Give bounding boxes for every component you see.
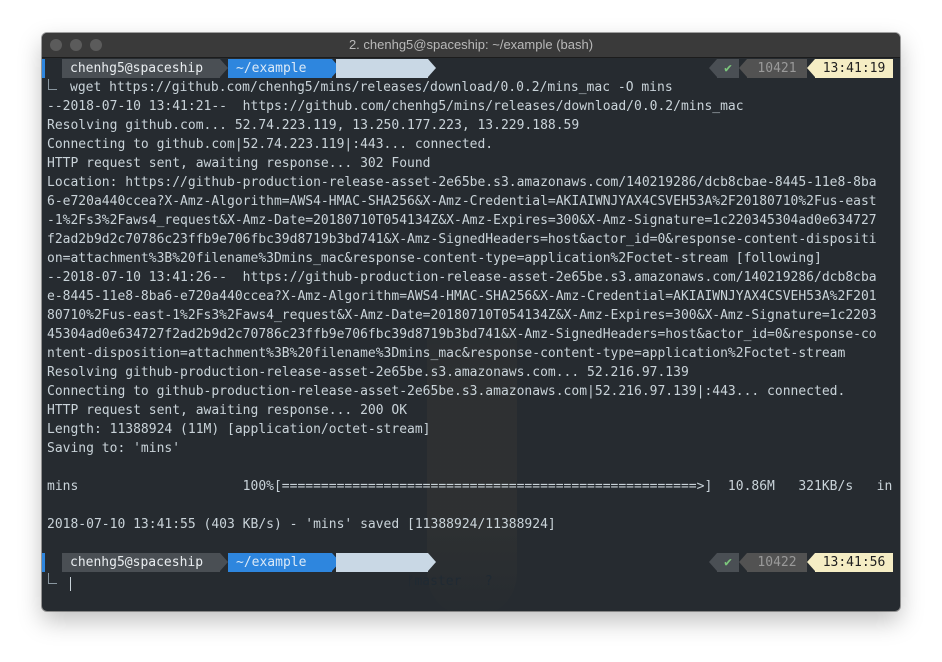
window-title: 2. chenhg5@spaceship: ~/example (bash)	[348, 37, 594, 52]
prompt-git-segment: ᚠmaster ?	[336, 553, 493, 589]
git-status: ?	[484, 574, 493, 589]
segment-arrow	[428, 59, 436, 77]
prompt-time: 13:41:19	[815, 59, 893, 78]
output-line: -1%2Fs3%2Faws4_request&X-Amz-Date=201807…	[47, 213, 877, 228]
prompt-marker	[42, 553, 45, 572]
segment-arrow	[220, 59, 228, 77]
output-line: 2018-07-10 13:41:55 (403 KB/s) - 'mins' …	[47, 517, 556, 532]
history-count: 10421	[747, 59, 807, 78]
output-line: 80710%2Fus-east-1%2Fs3%2Faws4_request&X-…	[47, 308, 877, 323]
output-line: Connecting to github-production-release-…	[47, 384, 846, 399]
text-cursor[interactable]	[70, 577, 71, 591]
output-line: HTTP request sent, awaiting response... …	[47, 403, 408, 418]
prompt-line-2: chenhg5@spaceship ~/example ᚠmaster ? ✔ …	[42, 553, 900, 589]
output-line: Connecting to github.com|52.74.223.119|:…	[47, 137, 494, 152]
segment-arrow	[709, 59, 717, 77]
terminal-content[interactable]: chenhg5@spaceship ~/example ᚠmaster ? ✔ …	[42, 58, 900, 611]
segment-arrow	[220, 553, 228, 571]
prompt-corner	[48, 573, 57, 584]
prompt-line-1: chenhg5@spaceship ~/example ᚠmaster ? ✔ …	[42, 59, 900, 95]
git-branch-name: master	[414, 574, 462, 589]
output-line: ntent-disposition=attachment%3B%20filena…	[47, 346, 846, 361]
prompt-user-segment: chenhg5@spaceship	[62, 59, 220, 78]
output-line: Resolving github-production-release-asse…	[47, 365, 689, 380]
history-count: 10422	[747, 553, 807, 572]
segment-arrow	[739, 59, 747, 77]
output-line: --2018-07-10 13:41:26-- https://github-p…	[47, 270, 877, 285]
prompt-git-segment: ᚠmaster ?	[336, 59, 493, 95]
output-line: on=attachment%3B%20filename%3Dmins_mac&r…	[47, 251, 822, 266]
segment-arrow	[807, 553, 815, 571]
output-line: Length: 11388924 (11M) [application/octe…	[47, 422, 431, 437]
output-line: Resolving github.com... 52.74.223.119, 1…	[47, 118, 580, 133]
output-line: 45304ad0e634727f2ad2b9d2c70786c23ffb9e70…	[47, 327, 877, 342]
command-line: wget https://github.com/chenhg5/mins/rel…	[70, 80, 673, 95]
prompt-marker	[42, 59, 45, 78]
prompt-dir-segment: ~/example	[228, 553, 332, 572]
title-bar: 2. chenhg5@spaceship: ~/example (bash)	[42, 33, 900, 58]
prompt-dir-segment: ~/example	[228, 59, 332, 78]
terminal-window: 2. chenhg5@spaceship: ~/example (bash) c…	[42, 33, 900, 611]
segment-arrow	[739, 553, 747, 571]
segment-arrow	[428, 553, 436, 571]
segment-arrow	[709, 553, 717, 571]
prompt-user-segment: chenhg5@spaceship	[62, 553, 220, 572]
output-line: e-8445-11e8-8ba6-e720a440ccea?X-Amz-Algo…	[47, 289, 877, 304]
output-line: --2018-07-10 13:41:21-- https://github.c…	[47, 99, 744, 114]
output-line: f2ad2b9d2c70786c23ffb9e706fbc39d8719b3bd…	[47, 232, 877, 247]
prompt-time: 13:41:56	[815, 553, 893, 572]
output-line: Saving to: 'mins'	[47, 441, 181, 456]
output-line: HTTP request sent, awaiting response... …	[47, 156, 431, 171]
success-check-icon: ✔	[717, 59, 739, 78]
download-progress-line: mins 100%[==============================…	[47, 479, 900, 494]
success-check-icon: ✔	[717, 553, 739, 572]
output-line: Location: https://github-production-rele…	[47, 175, 877, 190]
segment-arrow	[807, 59, 815, 77]
prompt-corner	[48, 79, 57, 90]
output-line: 6-e720a440ccea?X-Amz-Algorithm=AWS4-HMAC…	[47, 194, 877, 209]
